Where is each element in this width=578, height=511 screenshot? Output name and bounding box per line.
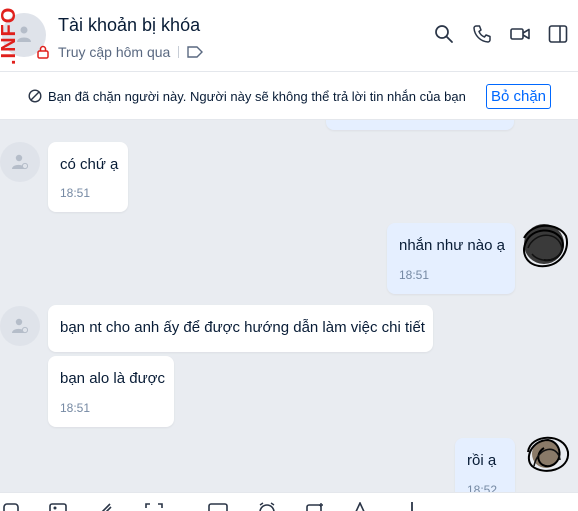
label-tag-icon[interactable] [187, 46, 204, 58]
contact-name[interactable]: Tài khoản bị khóa [58, 15, 200, 36]
message-text: rồi ạ [467, 452, 497, 469]
blocked-notice-bar: Bạn đã chặn người này. Người này sẽ khôn… [0, 72, 578, 120]
message-bubble-partial[interactable] [326, 120, 514, 130]
message-list[interactable]: có chứ ạ 18:51 nhắn như nào ạ 18:51 bạn … [0, 120, 578, 492]
person-icon [12, 318, 28, 334]
screenshot-icon[interactable] [144, 502, 164, 511]
message-bubble[interactable]: bạn nt cho anh ấy để được hướng dẫn làm … [48, 305, 433, 352]
mention-icon[interactable] [402, 502, 422, 511]
video-icon[interactable] [510, 24, 530, 44]
message-time: 18:52 [467, 483, 498, 492]
message-bubble-mine[interactable]: rồi ạ 18:52 [455, 438, 515, 492]
redacted-avatar-scribble [523, 224, 568, 268]
composer-toolbar [0, 492, 578, 511]
message-bubble[interactable]: bạn alo là được 18:51 [48, 356, 174, 427]
more-icon[interactable] [450, 502, 470, 511]
sender-avatar[interactable] [0, 142, 40, 182]
task-icon[interactable] [305, 502, 325, 511]
search-icon[interactable] [434, 24, 454, 44]
header-actions [434, 24, 568, 44]
blocked-notice-text: Bạn đã chặn người này. Người này sẽ khôn… [48, 89, 466, 104]
message-bubble[interactable]: có chứ ạ 18:51 [48, 142, 128, 212]
phone-icon[interactable] [472, 24, 492, 44]
message-text: có chứ ạ [60, 156, 119, 173]
lock-icon [37, 45, 49, 59]
message-text: nhắn như nào ạ [399, 237, 505, 254]
sticker-icon[interactable] [2, 502, 22, 511]
card-icon[interactable] [208, 502, 228, 511]
message-time: 18:51 [399, 268, 430, 282]
message-bubble-mine[interactable]: nhắn như nào ạ 18:51 [387, 223, 515, 294]
redacted-avatar-scribble [527, 436, 570, 472]
reminder-icon[interactable] [257, 502, 277, 511]
message-time: 18:51 [60, 186, 91, 200]
text-format-icon[interactable] [350, 502, 370, 511]
image-icon[interactable] [48, 502, 68, 511]
divider [178, 46, 180, 58]
message-time: 18:51 [60, 401, 91, 415]
watermark-text: .INFO [0, 6, 20, 66]
contact-status-row: Truy cập hôm qua [36, 43, 204, 61]
sender-avatar[interactable] [0, 306, 40, 346]
sidebar-toggle-icon[interactable] [548, 24, 568, 44]
chat-header: .INFO Tài khoản bị khóa Truy cập hôm qua [0, 0, 578, 72]
message-text: bạn alo là được [60, 370, 165, 387]
attach-icon[interactable] [96, 502, 116, 511]
ban-icon [28, 89, 42, 103]
last-seen-text: Truy cập hôm qua [58, 44, 171, 60]
person-icon [12, 154, 28, 170]
unblock-button[interactable]: Bỏ chặn [486, 84, 551, 109]
message-text: bạn nt cho anh ấy để được hướng dẫn làm … [60, 319, 425, 336]
